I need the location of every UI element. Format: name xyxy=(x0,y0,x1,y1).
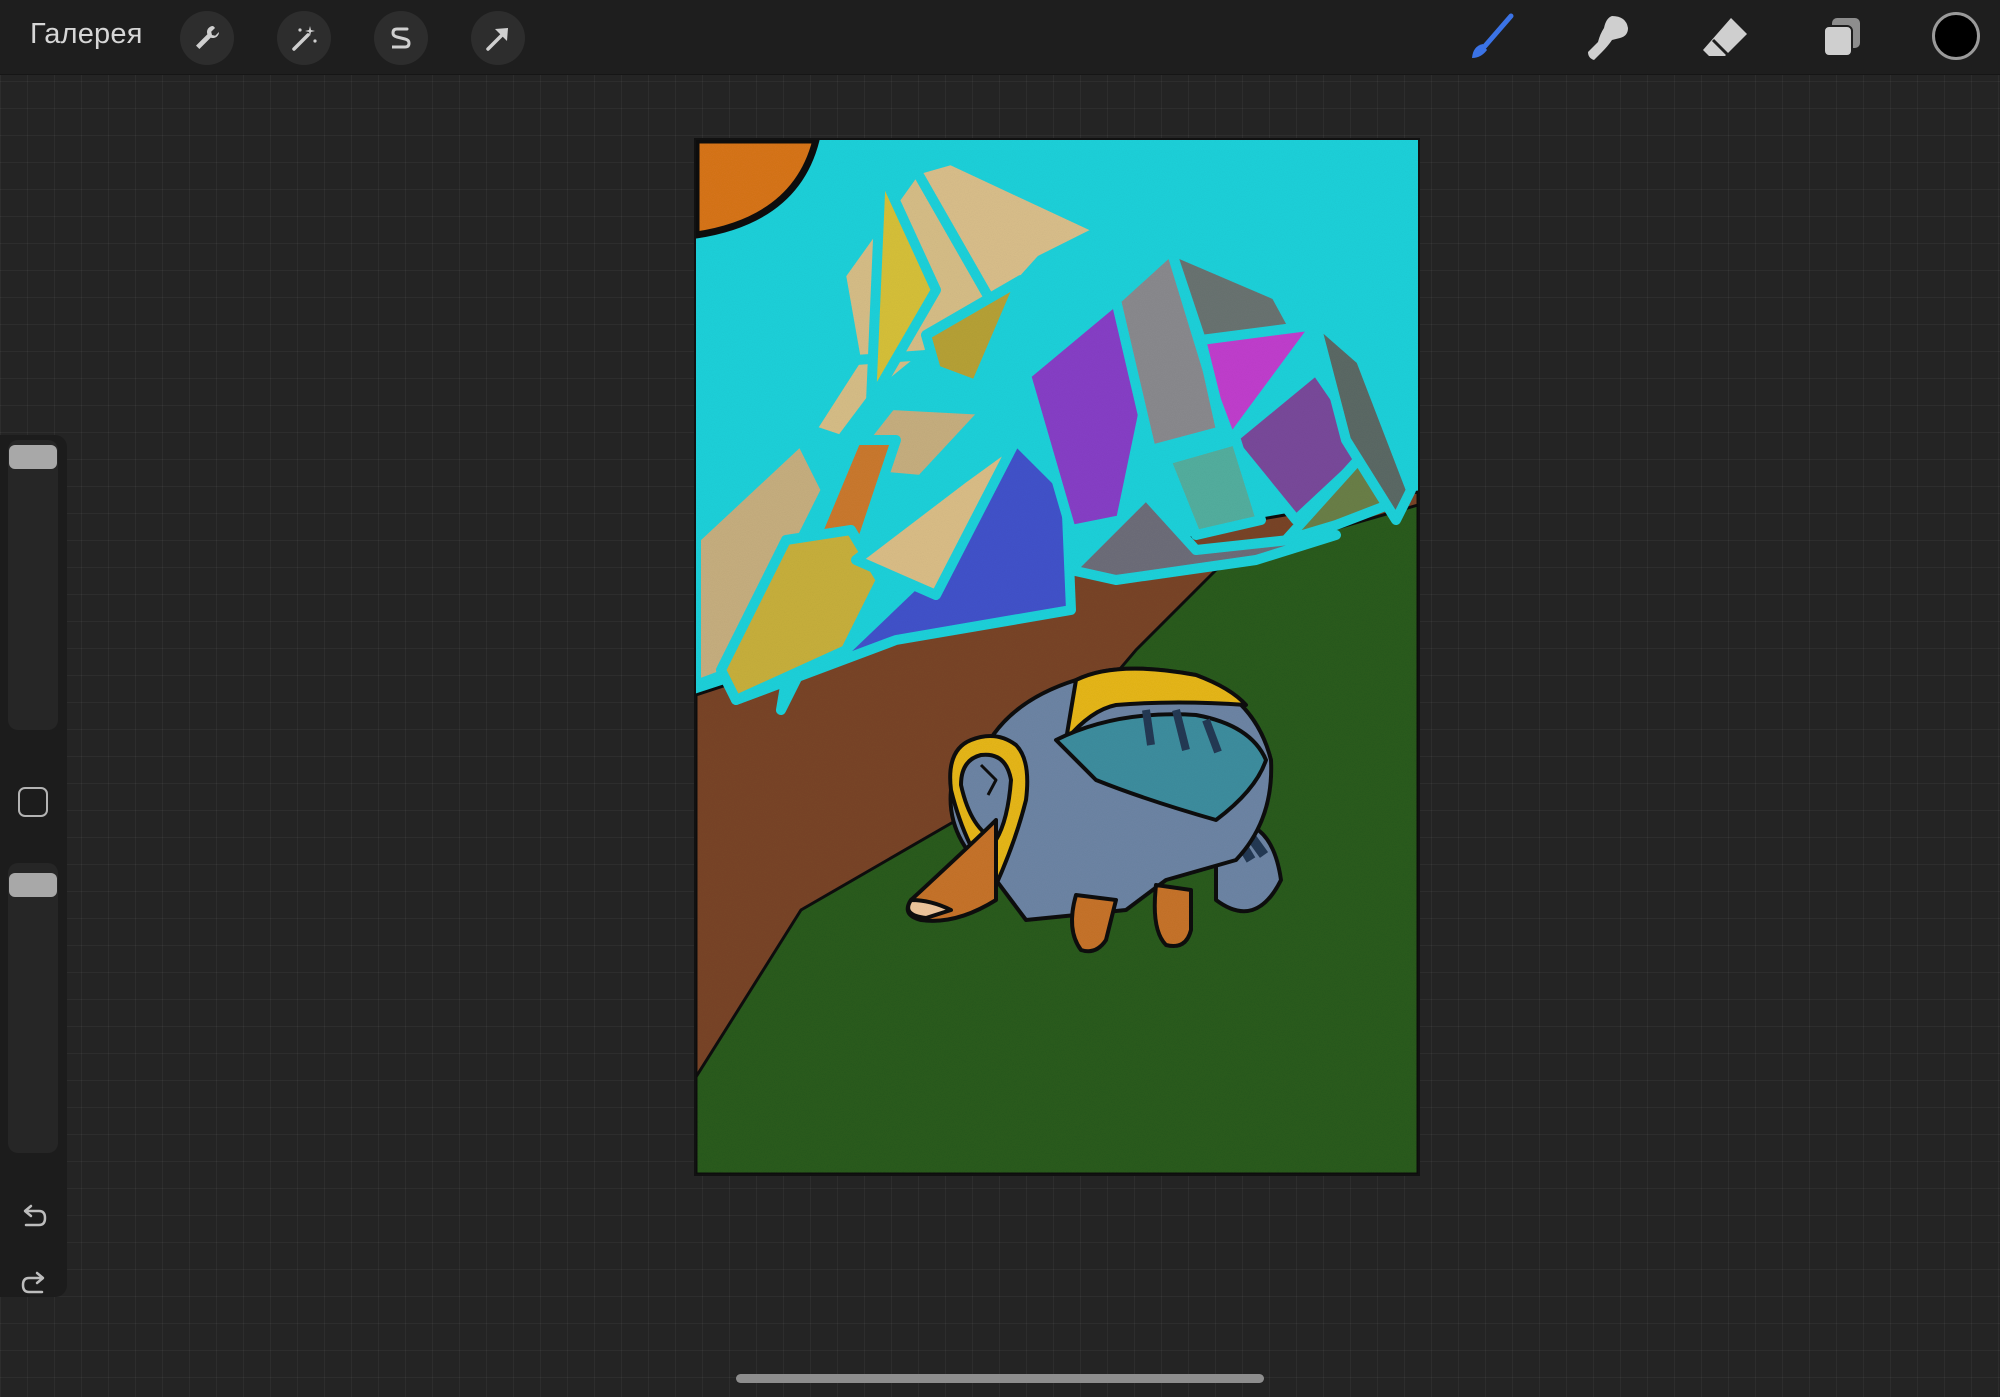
actions-button[interactable] xyxy=(180,11,234,65)
redo-button[interactable] xyxy=(14,1263,54,1303)
smudge-icon xyxy=(1588,16,1628,60)
transform-arrow-icon xyxy=(486,28,508,51)
selection-s-icon xyxy=(391,27,411,49)
selection-button[interactable] xyxy=(374,11,428,65)
top-toolbar: Галерея xyxy=(0,0,2000,75)
left-sidebar xyxy=(0,435,67,1297)
layers-icon xyxy=(1823,18,1860,57)
gallery-button[interactable]: Галерея xyxy=(30,18,143,51)
undo-button[interactable] xyxy=(14,1196,54,1236)
smudge-tool-button[interactable] xyxy=(1580,10,1636,66)
drawing-canvas[interactable] xyxy=(696,140,1418,1174)
eraser-tool-button[interactable] xyxy=(1697,10,1753,66)
undo-icon xyxy=(23,1204,47,1227)
brush-icon xyxy=(1472,13,1514,58)
redo-icon xyxy=(21,1271,45,1294)
opacity-thumb[interactable] xyxy=(9,873,57,897)
wrench-icon xyxy=(196,25,220,49)
eraser-icon xyxy=(1703,18,1747,58)
opacity-slider[interactable] xyxy=(8,863,58,1153)
modifier-button[interactable] xyxy=(18,787,48,817)
layers-button[interactable] xyxy=(1814,10,1870,66)
color-picker-button[interactable] xyxy=(1932,12,1980,60)
brush-size-thumb[interactable] xyxy=(9,445,57,469)
brush-tool-button[interactable] xyxy=(1463,10,1519,66)
adjustments-button[interactable] xyxy=(277,11,331,65)
magic-wand-icon xyxy=(292,26,317,51)
home-indicator[interactable] xyxy=(736,1374,1264,1383)
transform-button[interactable] xyxy=(471,11,525,65)
artwork xyxy=(696,140,1418,1174)
brush-size-slider[interactable] xyxy=(8,440,58,730)
